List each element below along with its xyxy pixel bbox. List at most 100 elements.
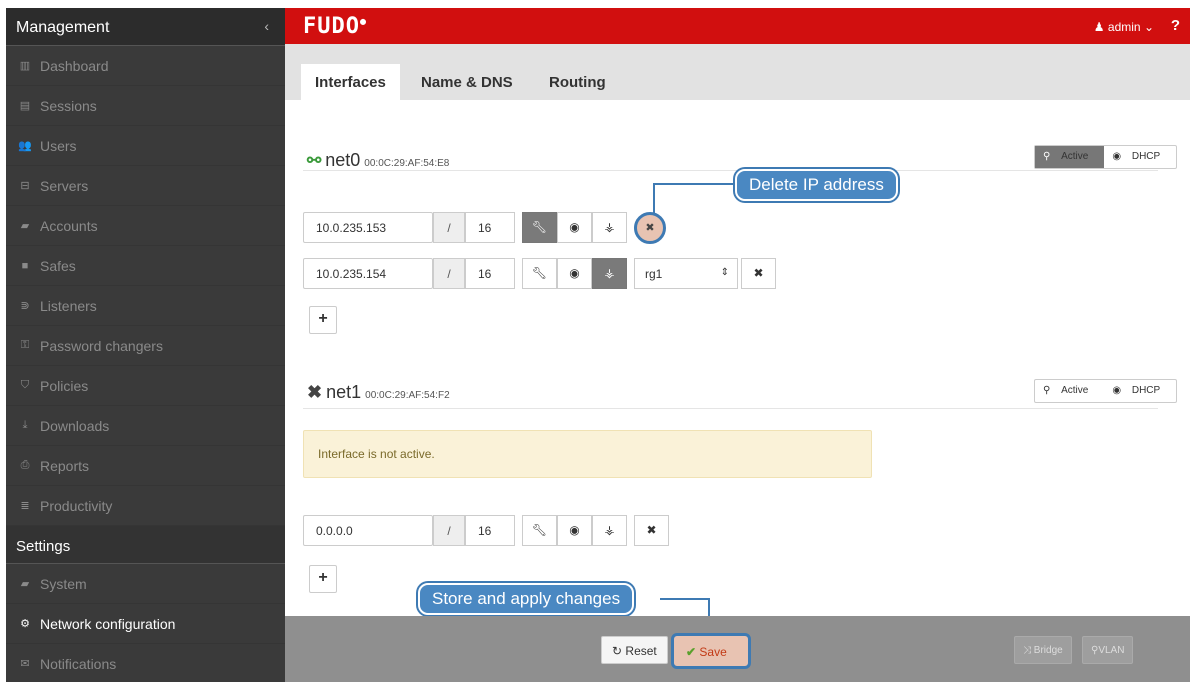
- sidebar-item-users[interactable]: 👥 Users: [6, 126, 285, 166]
- envelope-icon: ✉: [20, 658, 30, 670]
- sidebar-title: Management: [16, 19, 110, 36]
- netmask-input[interactable]: 16: [465, 212, 515, 243]
- interface-net1-title: ✖ net1 00:0C:29:AF:54:F2: [307, 382, 450, 403]
- globe-icon[interactable]: ◉: [557, 515, 592, 546]
- ip-address-input[interactable]: 10.0.235.154: [303, 258, 433, 289]
- sidebar-item-sessions[interactable]: ▤ Sessions: [6, 86, 285, 126]
- redundancy-group-select[interactable]: rg1 ⇕: [634, 258, 738, 289]
- ip-address-input[interactable]: 0.0.0.0: [303, 515, 433, 546]
- reset-button[interactable]: ↻ Reset: [601, 636, 668, 664]
- interface-name: net1: [326, 382, 362, 402]
- inactive-warning: Interface is not active.: [303, 430, 872, 478]
- add-ip-button[interactable]: +: [309, 565, 337, 593]
- save-button[interactable]: ✔ Save: [671, 633, 751, 669]
- sidebar-item-label: Policies: [40, 377, 89, 394]
- sidebar-item-label: System: [40, 575, 87, 592]
- sidebar-item-password-changers[interactable]: ⚿ Password changers: [6, 326, 285, 366]
- sidebar-item-productivity[interactable]: ≣ Productivity: [6, 486, 285, 526]
- sidebar-item-label: Network configuration: [40, 615, 176, 632]
- wrench-icon[interactable]: 🔧︎: [522, 212, 557, 243]
- delete-ip-button[interactable]: ✖: [634, 515, 669, 546]
- user-menu[interactable]: ♟ admin ⌄: [1094, 20, 1154, 34]
- wrench-icon[interactable]: 🔧︎: [522, 515, 557, 546]
- sidebar-item-label: Listeners: [40, 297, 97, 314]
- net1-active-toggle[interactable]: ⚲ Active: [1035, 380, 1104, 402]
- safes-icon: ■: [21, 259, 29, 272]
- sitemap-icon[interactable]: ⚶: [592, 515, 627, 546]
- help-button[interactable]: ?: [1171, 17, 1180, 34]
- chevron-left-icon[interactable]: ‹: [264, 18, 269, 34]
- delete-ip-button[interactable]: ✖: [741, 258, 776, 289]
- globe-icon[interactable]: ◉: [557, 212, 592, 243]
- callout-connector: [660, 598, 710, 600]
- servers-icon: ⊟: [20, 180, 30, 192]
- sidebar-item-label: Notifications: [40, 655, 117, 672]
- sidebar-item-downloads[interactable]: ⤓ Downloads: [6, 406, 285, 446]
- accounts-icon: ▰: [20, 220, 30, 232]
- net1-dhcp-toggle[interactable]: ◉ DHCP: [1104, 380, 1176, 402]
- vlan-button[interactable]: ⚲VLAN: [1082, 636, 1134, 664]
- sidebar-item-network-configuration[interactable]: ⚙ Network configuration: [6, 604, 285, 644]
- sidebar: Management ‹ ▥ Dashboard ▤ Sessions 👥 Users ⊟ S…: [6, 8, 285, 682]
- sidebar-item-reports[interactable]: ⎙ Reports: [6, 446, 285, 486]
- tab-interfaces[interactable]: Interfaces: [301, 64, 400, 100]
- globe-icon[interactable]: ◉: [557, 258, 592, 289]
- sidebar-item-system[interactable]: ▰ System: [6, 564, 285, 604]
- divider: [303, 408, 1158, 409]
- sidebar-item-label: Users: [40, 137, 77, 154]
- sidebar-item-label: Reports: [40, 457, 90, 474]
- chevron-down-icon: ⌄: [1143, 20, 1154, 34]
- sidebar-item-dashboard[interactable]: ▥ Dashboard: [6, 46, 285, 86]
- sidebar-item-label: Downloads: [40, 417, 110, 434]
- interface-net0-title: ⚯ net0 00:0C:29:AF:54:E8: [307, 150, 449, 171]
- add-ip-button[interactable]: +: [309, 306, 337, 334]
- wrench-icon[interactable]: 🔧︎: [522, 258, 557, 289]
- settings-section-title: Settings: [6, 526, 285, 564]
- tab-routing[interactable]: Routing: [535, 64, 620, 100]
- sidebar-item-safes[interactable]: ■ Safes: [6, 246, 285, 286]
- sessions-icon: ▤: [19, 100, 31, 112]
- bridge-button[interactable]: ⤨ Bridge: [1014, 636, 1072, 664]
- sidebar-item-label: Sessions: [40, 97, 97, 114]
- net0-dhcp-toggle[interactable]: ◉ DHCP: [1104, 146, 1176, 168]
- shuffle-icon: ⤨: [1023, 645, 1031, 656]
- productivity-icon: ≣: [20, 500, 30, 512]
- callout-delete-ip: Delete IP address: [735, 169, 898, 201]
- divider: [303, 170, 1158, 171]
- link-icon: ⚯: [307, 151, 322, 170]
- select-arrows-icon: ⇕: [720, 267, 729, 278]
- netmask-input[interactable]: 16: [465, 258, 515, 289]
- reports-icon: ⎙: [20, 459, 30, 471]
- sidebar-item-listeners[interactable]: ⋑ Listeners: [6, 286, 285, 326]
- tab-name-dns[interactable]: Name & DNS: [407, 64, 527, 100]
- mask-separator: /: [433, 258, 465, 289]
- sidebar-item-policies[interactable]: ⛉ Policies: [6, 366, 285, 406]
- net0-active-toggle[interactable]: ⚲ Active: [1035, 146, 1105, 168]
- callout-connector: [653, 183, 655, 213]
- sitemap-icon[interactable]: ⚶: [592, 258, 627, 289]
- sidebar-header: Management ‹: [6, 8, 285, 46]
- sidebar-item-notifications[interactable]: ✉ Notifications: [6, 644, 285, 682]
- ip-address-input[interactable]: 10.0.235.153: [303, 212, 433, 243]
- policies-icon: ⛉: [20, 379, 30, 391]
- listeners-icon: ⋑: [20, 300, 30, 312]
- sidebar-item-label: Productivity: [40, 497, 113, 514]
- sidebar-item-label: Servers: [40, 177, 89, 194]
- fudo-logo: FUDO●: [303, 14, 368, 39]
- sidebar-item-label: Password changers: [40, 337, 163, 354]
- sidebar-item-servers[interactable]: ⊟ Servers: [6, 166, 285, 206]
- sidebar-item-accounts[interactable]: ▰ Accounts: [6, 206, 285, 246]
- downloads-icon: ⤓: [22, 419, 28, 431]
- tab-bar: Interfaces Name & DNS Routing: [285, 44, 1190, 100]
- callout-connector: [653, 183, 737, 185]
- network-config-icon: ⚙: [20, 618, 30, 630]
- password-changers-icon: ⚿: [20, 339, 30, 351]
- footer-bar: ↻ Reset ✔ Save ⤨ Bridge ⚲VLAN: [285, 616, 1190, 682]
- netmask-input[interactable]: 16: [465, 515, 515, 546]
- sidebar-item-label: Safes: [40, 257, 76, 274]
- top-bar: FUDO● ♟ admin ⌄ ?: [285, 8, 1190, 44]
- user-name: admin: [1107, 20, 1141, 34]
- sitemap-icon[interactable]: ⚶: [592, 212, 627, 243]
- delete-ip-button[interactable]: ✖: [634, 212, 666, 244]
- interface-mac: 00:0C:29:AF:54:E8: [364, 158, 450, 169]
